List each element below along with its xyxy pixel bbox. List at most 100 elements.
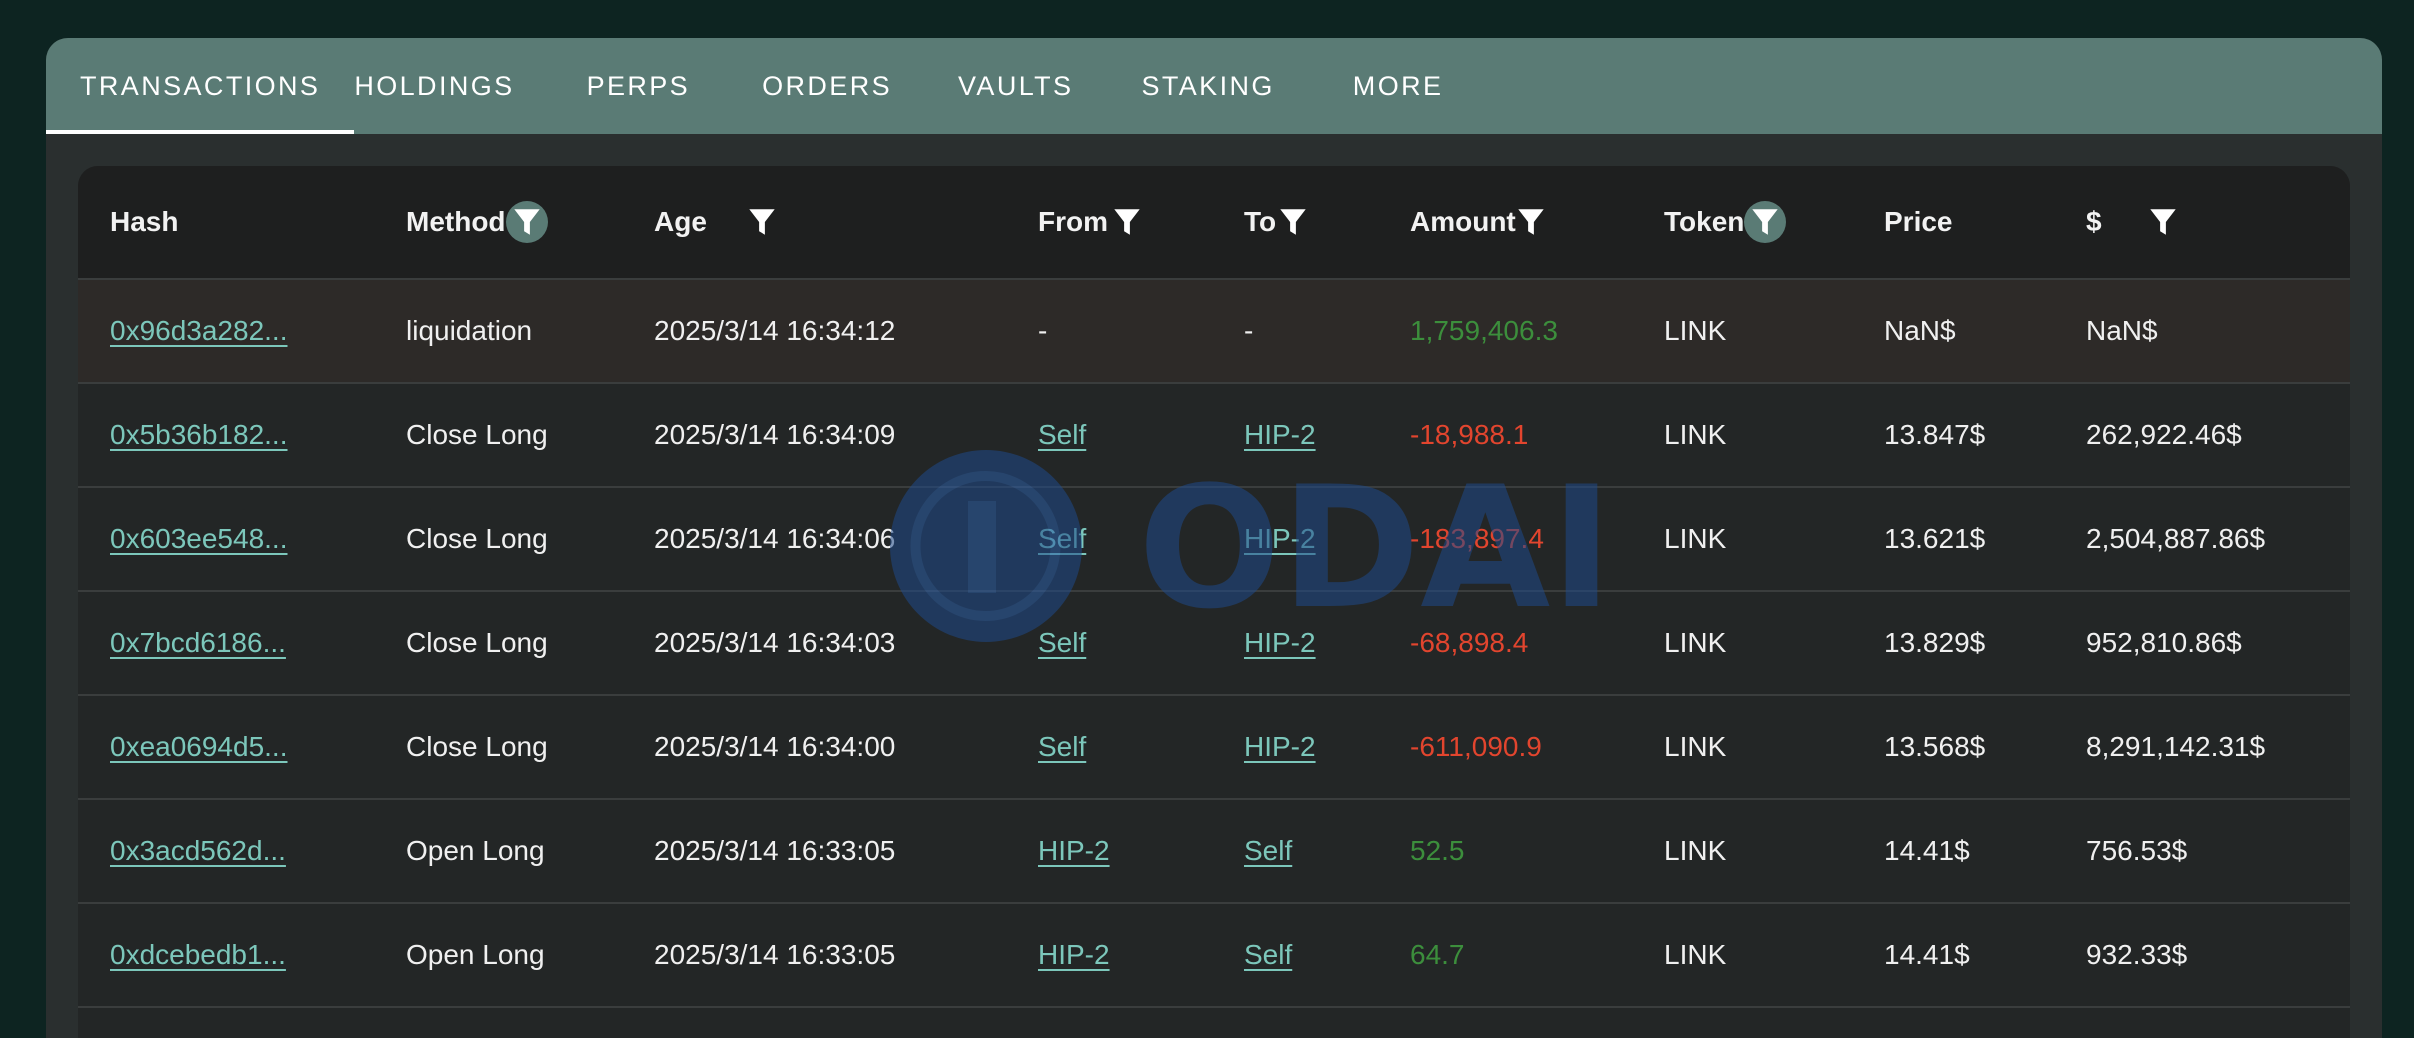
cell-price: 14.41$: [1884, 800, 1970, 902]
tab-more[interactable]: MORE: [1309, 38, 1478, 134]
price-value: 14.41$: [1884, 939, 1970, 970]
cell-hash: 0x96d3a282...: [110, 280, 288, 382]
cell-from: HIP-2: [1038, 800, 1110, 902]
usd-value: 262,922.46$: [2086, 419, 2242, 450]
age-value: 2025/3/14 16:33:05: [654, 939, 896, 970]
age-value: 2025/3/14 16:33:05: [654, 835, 896, 866]
from-link[interactable]: Self: [1038, 419, 1086, 451]
hash-link[interactable]: 0x96d3a282...: [110, 315, 288, 347]
method-value: Close Long: [406, 419, 548, 450]
cell-age: 2025/3/14 16:33:05: [654, 904, 895, 1006]
cell-from: -: [1038, 280, 1047, 382]
age-filter-icon[interactable]: [741, 201, 783, 243]
token-filter-icon[interactable]: [1744, 201, 1787, 243]
cell-price: 13.621$: [1884, 488, 1985, 590]
method-value: Open Long: [406, 939, 545, 970]
cell-to: Self: [1244, 904, 1292, 1006]
table-row: 0x603ee548... Close Long 2025/3/14 16:34:0…: [78, 488, 2350, 592]
table-row: 0x7bcd6186... Close Long 2025/3/14 16:34:0…: [78, 592, 2350, 696]
token-value: LINK: [1664, 939, 1727, 970]
hash-link[interactable]: 0x7bcd6186...: [110, 627, 286, 659]
transactions-table: Hash Method Age From To Amount Token Pri…: [78, 166, 2350, 1038]
method-filter-icon[interactable]: [505, 201, 548, 243]
price-value: 14.41$: [1884, 835, 1970, 866]
price-value: 13.847$: [1884, 419, 1986, 450]
tab-holdings[interactable]: HOLDINGS: [354, 38, 548, 134]
cell-to: HIP-2: [1244, 696, 1316, 798]
cell-hash: 0x3acd562d...: [110, 800, 286, 902]
token-value: LINK: [1664, 835, 1727, 866]
cell-price: 13.847$: [1884, 384, 1985, 486]
usd-value: 932.33$: [2086, 939, 2188, 970]
from-filter-icon[interactable]: [1106, 201, 1148, 243]
hash-link[interactable]: 0xea0694d5...: [110, 731, 288, 763]
cell-method: Close Long: [406, 488, 548, 590]
table-row: 0x96d3a282... liquidation 2025/3/14 16:34:…: [78, 280, 2350, 384]
cell-from: Self: [1038, 592, 1086, 694]
column-header-age: Age: [654, 166, 783, 278]
cell-age: 2025/3/14 16:34:12: [654, 280, 895, 382]
to-link[interactable]: HIP-2: [1244, 419, 1316, 451]
hash-link[interactable]: 0xdcebedb1...: [110, 939, 286, 971]
tab-perps[interactable]: PERPS: [549, 38, 727, 134]
cell-method: Open Long: [406, 904, 545, 1006]
age-value: 2025/3/14 16:34:06: [654, 523, 896, 554]
hash-link[interactable]: 0x3acd562d...: [110, 835, 286, 867]
column-header-amount: Amount: [1410, 166, 1552, 278]
cell-method: Close Long: [406, 592, 548, 694]
table-row: 0x5b36b182... Close Long 2025/3/14 16:34:0…: [78, 384, 2350, 488]
cell-token: LINK: [1664, 488, 1726, 590]
tab-vaults[interactable]: VAULTS: [926, 38, 1107, 134]
amount-value: 1,759,406.3: [1410, 315, 1558, 346]
amount-filter-icon[interactable]: [1510, 201, 1552, 243]
cell-from: Self: [1038, 488, 1086, 590]
method-value: Close Long: [406, 627, 548, 658]
cell-age: 2025/3/14 16:34:06: [654, 488, 895, 590]
cell-usd: 756.53$: [2086, 800, 2187, 902]
age-value: 2025/3/14 16:34:00: [654, 731, 896, 762]
cell-token: LINK: [1664, 384, 1726, 486]
amount-value: 52.5: [1410, 835, 1465, 866]
age-value: 2025/3/14 16:34:03: [654, 627, 896, 658]
usd-value: NaN$: [2086, 315, 2158, 346]
from-link[interactable]: HIP-2: [1038, 835, 1110, 867]
cell-to: -: [1244, 280, 1253, 382]
to-link[interactable]: Self: [1244, 835, 1292, 867]
cell-hash: 0x603ee548...: [110, 488, 288, 590]
tab-transactions[interactable]: TRANSACTIONS: [46, 38, 355, 134]
tab-staking[interactable]: STAKING: [1107, 38, 1308, 134]
table-row: 0xdcebedb1... Open Long 2025/3/14 16:33:05…: [78, 904, 2350, 1008]
hash-link[interactable]: 0x5b36b182...: [110, 419, 288, 451]
cell-method: Close Long: [406, 696, 548, 798]
from-link[interactable]: Self: [1038, 523, 1086, 555]
price-value: 13.829$: [1884, 627, 1986, 658]
usd-value: 756.53$: [2086, 835, 2188, 866]
hash-link[interactable]: 0x603ee548...: [110, 523, 288, 555]
cell-usd: 8,291,142.31$: [2086, 696, 2265, 798]
to-link[interactable]: Self: [1244, 939, 1292, 971]
to-filter-icon[interactable]: [1272, 201, 1314, 243]
to-link[interactable]: HIP-2: [1244, 523, 1316, 555]
to-link[interactable]: HIP-2: [1244, 731, 1316, 763]
column-header-from: From: [1038, 166, 1148, 278]
usd-filter-icon[interactable]: [2142, 201, 2184, 243]
tab-bar: TRANSACTIONS HOLDINGS PERPS ORDERS VAULT…: [46, 38, 2382, 134]
tab-orders[interactable]: ORDERS: [726, 38, 926, 134]
price-value: 13.568$: [1884, 731, 1986, 762]
column-header-hash: Hash: [110, 206, 179, 237]
age-value: 2025/3/14 16:34:09: [654, 419, 896, 450]
cell-price: 13.568$: [1884, 696, 1985, 798]
cell-amount: 52.5: [1410, 800, 1465, 902]
cell-token: LINK: [1664, 696, 1726, 798]
to-link[interactable]: HIP-2: [1244, 627, 1316, 659]
amount-value: -183,897.4: [1410, 523, 1544, 554]
from-link[interactable]: Self: [1038, 731, 1086, 763]
cell-token: LINK: [1664, 904, 1726, 1006]
cell-amount: 64.7: [1410, 904, 1465, 1006]
cell-from: Self: [1038, 384, 1086, 486]
usd-value: 952,810.86$: [2086, 627, 2242, 658]
from-link[interactable]: HIP-2: [1038, 939, 1110, 971]
from-link[interactable]: Self: [1038, 627, 1086, 659]
cell-age: 2025/3/14 16:34:00: [654, 696, 895, 798]
cell-token: LINK: [1664, 280, 1726, 382]
